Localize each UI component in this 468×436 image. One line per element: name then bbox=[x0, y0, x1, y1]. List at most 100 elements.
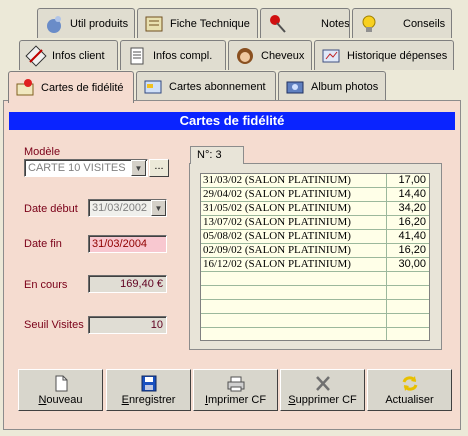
tab-label: Cartes abonnement bbox=[169, 80, 266, 93]
modele-label: Modèle bbox=[24, 146, 61, 158]
visit-amount: 17,00 bbox=[398, 174, 426, 186]
pushpin-icon bbox=[265, 12, 289, 36]
refresh-icon bbox=[401, 375, 419, 392]
floppy-disk-icon bbox=[140, 375, 158, 392]
en-cours-label: En cours bbox=[24, 279, 68, 291]
tab-cartes-fidelite[interactable]: Cartes de fidélité bbox=[8, 71, 134, 103]
seuil-visites-field: 10 bbox=[88, 316, 167, 334]
date-fin-value: 31/03/2004 bbox=[92, 238, 148, 250]
supprimer-mnemonic: S bbox=[288, 394, 296, 406]
photo-album-icon bbox=[283, 75, 307, 99]
table-row[interactable]: 05/08/02 (SALON PLATINIUM) 41,40 bbox=[201, 230, 429, 244]
subscription-card-icon bbox=[141, 75, 165, 99]
panel-title: Cartes de fidélité bbox=[9, 112, 455, 130]
visit-amount: 41,40 bbox=[398, 230, 426, 242]
tab-cheveux[interactable]: Cheveux bbox=[228, 40, 312, 70]
modele-browse-button[interactable]: ... bbox=[149, 159, 169, 177]
tab-util-produits[interactable]: Util produits bbox=[37, 8, 135, 38]
visit-description: 02/09/02 (SALON PLATINIUM) bbox=[201, 244, 387, 258]
tab-label: Cheveux bbox=[261, 49, 305, 62]
date-fin-label: Date fin bbox=[24, 238, 62, 250]
visit-amount: 14,40 bbox=[398, 188, 426, 200]
visit-amount bbox=[387, 300, 429, 314]
tab-fiche-technique[interactable]: Fiche Technique bbox=[137, 8, 258, 38]
modele-select[interactable]: CARTE 10 VISITES bbox=[24, 159, 148, 177]
visit-description: 31/03/02 (SALON PLATINIUM) bbox=[201, 174, 387, 188]
visit-description bbox=[201, 328, 387, 340]
visit-amount bbox=[387, 314, 429, 328]
nouveau-label: ouveau bbox=[46, 394, 83, 406]
enregistrer-button[interactable]: Enregistrer bbox=[106, 369, 191, 411]
tab-label: Infos client bbox=[52, 49, 105, 62]
visit-description: 05/08/02 (SALON PLATINIUM) bbox=[201, 230, 387, 244]
tab-label: Cartes de fidélité bbox=[41, 81, 124, 94]
supprimer-label: upprimer CF bbox=[295, 394, 357, 406]
table-row[interactable] bbox=[201, 286, 429, 300]
chevron-down-icon[interactable]: ▼ bbox=[131, 160, 146, 176]
lightbulb-icon bbox=[357, 12, 381, 36]
table-row[interactable] bbox=[201, 314, 429, 328]
visit-amount: 16,20 bbox=[398, 216, 426, 228]
actualiser-button[interactable]: Actualiser bbox=[367, 369, 452, 411]
tab-album-photos[interactable]: Album photos bbox=[278, 71, 386, 101]
table-row[interactable] bbox=[201, 272, 429, 286]
table-row[interactable]: 16/12/02 (SALON PLATINIUM) 30,00 bbox=[201, 258, 429, 272]
printer-icon bbox=[227, 375, 245, 392]
visit-description: 31/05/02 (SALON PLATINIUM) bbox=[201, 202, 387, 216]
tab-infos-compl[interactable]: Infos compl. bbox=[120, 40, 226, 70]
visit-description bbox=[201, 300, 387, 314]
table-row[interactable]: 31/05/02 (SALON PLATINIUM) 34,20 bbox=[201, 202, 429, 216]
visit-amount: 30,00 bbox=[398, 258, 426, 270]
visit-amount: 16,20 bbox=[398, 244, 426, 256]
enregistrer-label: nregistrer bbox=[128, 394, 176, 406]
table-row[interactable] bbox=[201, 300, 429, 314]
visit-description bbox=[201, 286, 387, 300]
card-number-tab[interactable]: N°: 3 bbox=[190, 146, 244, 164]
visit-description bbox=[201, 272, 387, 286]
visit-amount bbox=[387, 328, 429, 340]
hair-icon bbox=[233, 44, 257, 68]
tab-label: Conseils bbox=[403, 17, 446, 30]
enregistrer-mnemonic: E bbox=[121, 394, 129, 406]
modele-value: CARTE 10 VISITES bbox=[28, 162, 126, 174]
date-debut-value: 31/03/2002 bbox=[92, 202, 148, 214]
products-icon bbox=[42, 12, 66, 36]
imprimer-label: mprimer CF bbox=[208, 394, 267, 406]
chevron-down-icon[interactable]: ▼ bbox=[151, 200, 166, 216]
visit-description: 29/04/02 (SALON PLATINIUM) bbox=[201, 188, 387, 202]
tab-notes[interactable]: Notes bbox=[260, 8, 350, 38]
visit-amount bbox=[387, 272, 429, 286]
table-row[interactable]: 31/03/02 (SALON PLATINIUM) 17,00 bbox=[201, 174, 429, 188]
tab-label: Util produits bbox=[70, 17, 129, 30]
new-document-icon bbox=[52, 375, 70, 392]
en-cours-value: 169,40 € bbox=[120, 278, 163, 290]
tab-label: Historique dépenses bbox=[347, 49, 448, 62]
technical-sheet-icon bbox=[142, 12, 166, 36]
date-debut-label: Date début bbox=[24, 203, 78, 215]
visits-table[interactable]: 31/03/02 (SALON PLATINIUM) 17,00 29/04/02 … bbox=[200, 173, 430, 341]
visit-description: 16/12/02 (SALON PLATINIUM) bbox=[201, 258, 387, 272]
tab-cartes-abonnement[interactable]: Cartes abonnement bbox=[136, 71, 276, 101]
en-cours-field: 169,40 € bbox=[88, 275, 167, 293]
history-icon bbox=[319, 44, 343, 68]
table-row[interactable]: 02/09/02 (SALON PLATINIUM) 16,20 bbox=[201, 244, 429, 258]
document-icon bbox=[125, 44, 149, 68]
date-fin-field[interactable]: 31/03/2004 bbox=[88, 235, 167, 253]
tab-label: Album photos bbox=[311, 80, 379, 93]
table-row[interactable]: 29/04/02 (SALON PLATINIUM) 14,40 bbox=[201, 188, 429, 202]
tab-historique-depenses[interactable]: Historique dépenses bbox=[314, 40, 454, 70]
loyalty-card-icon bbox=[13, 76, 37, 100]
tab-infos-client[interactable]: Infos client bbox=[19, 40, 118, 70]
table-row[interactable]: 13/07/02 (SALON PLATINIUM) 16,20 bbox=[201, 216, 429, 230]
imprimer-cf-button[interactable]: Imprimer CF bbox=[193, 369, 278, 411]
tab-label: Fiche Technique bbox=[170, 17, 250, 30]
supprimer-cf-button[interactable]: Supprimer CF bbox=[280, 369, 365, 411]
actualiser-label: Actualiser bbox=[385, 394, 434, 406]
client-card-icon bbox=[24, 44, 48, 68]
visit-description bbox=[201, 314, 387, 328]
table-row[interactable] bbox=[201, 328, 429, 340]
visit-description: 13/07/02 (SALON PLATINIUM) bbox=[201, 216, 387, 230]
tab-conseils[interactable]: Conseils bbox=[352, 8, 452, 38]
nouveau-button[interactable]: Nouveau bbox=[18, 369, 103, 411]
tab-label: Infos compl. bbox=[153, 49, 213, 62]
